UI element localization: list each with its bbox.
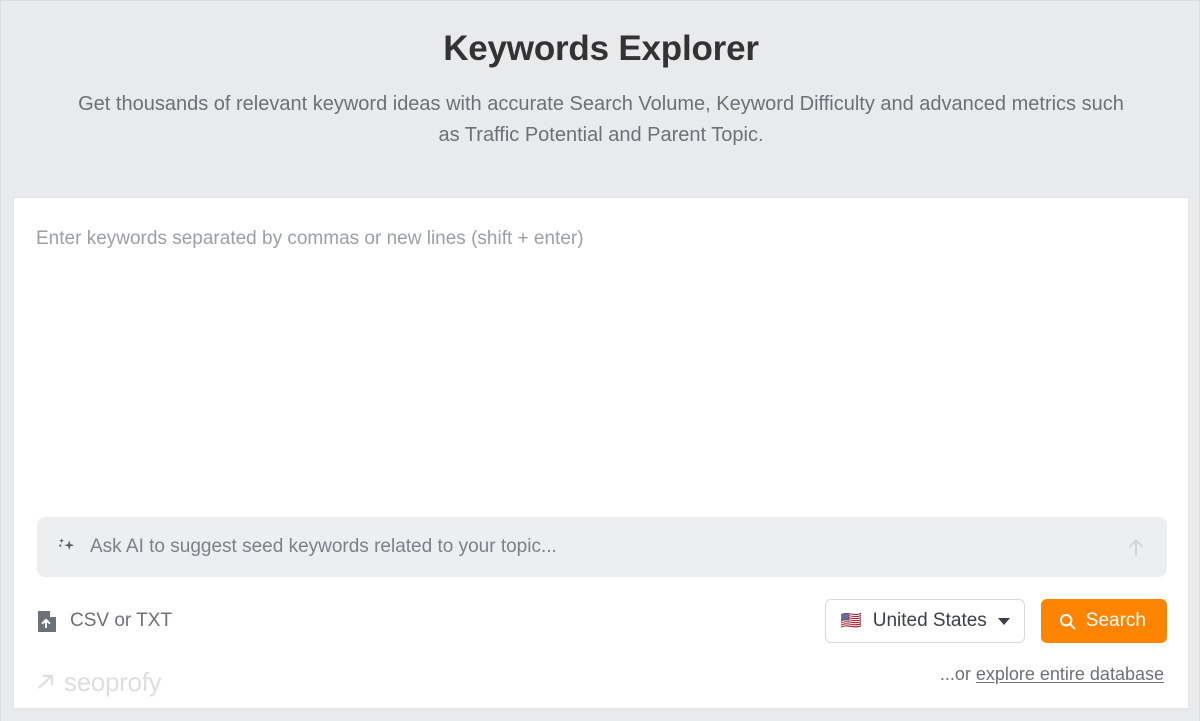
search-card: Ask AI to suggest seed keywords related … xyxy=(13,197,1189,709)
card-controls: CSV or TXT 🇺🇸 United States Search xyxy=(37,598,1167,644)
sparkle-icon xyxy=(56,536,78,558)
ai-suggest-bar[interactable]: Ask AI to suggest seed keywords related … xyxy=(37,517,1167,577)
arrow-up-icon[interactable] xyxy=(1121,532,1151,562)
country-selector[interactable]: 🇺🇸 United States xyxy=(824,599,1025,643)
us-flag-icon: 🇺🇸 xyxy=(840,610,862,631)
right-controls: 🇺🇸 United States Search xyxy=(824,599,1167,643)
search-button[interactable]: Search xyxy=(1040,599,1167,643)
keywords-explorer-page: Keywords Explorer Get thousands of relev… xyxy=(0,0,1200,721)
upload-file-label: CSV or TXT xyxy=(70,610,173,631)
page-title: Keywords Explorer xyxy=(443,29,759,68)
keywords-input[interactable] xyxy=(36,226,1136,486)
explore-database-link[interactable]: explore entire database xyxy=(976,664,1164,684)
country-selector-label: United States xyxy=(872,610,987,631)
search-button-label: Search xyxy=(1085,610,1146,631)
ai-suggest-placeholder: Ask AI to suggest seed keywords related … xyxy=(90,536,557,557)
seoprofy-watermark-text: seoprofy xyxy=(64,667,162,697)
file-upload-icon xyxy=(37,610,57,633)
seoprofy-watermark: seoprofy xyxy=(36,667,162,697)
page-header: Keywords Explorer Get thousands of relev… xyxy=(1,1,1199,197)
upload-file-button[interactable]: CSV or TXT xyxy=(37,609,172,633)
explore-prefix: ...or xyxy=(939,664,976,684)
explore-database-row: ...or explore entire database xyxy=(940,662,1164,686)
search-icon xyxy=(1059,613,1076,630)
arrow-up-right-icon xyxy=(36,672,56,692)
chevron-down-icon xyxy=(997,617,1010,625)
page-subtitle: Get thousands of relevant keyword ideas … xyxy=(78,93,1124,146)
